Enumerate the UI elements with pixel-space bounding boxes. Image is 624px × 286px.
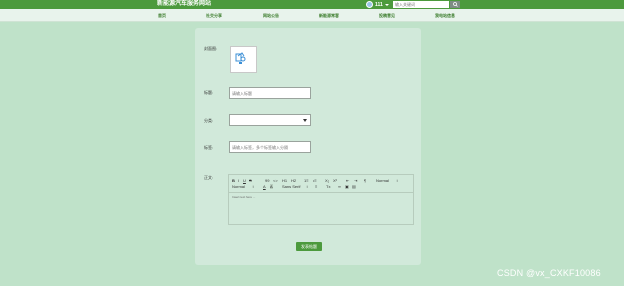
bold-button[interactable]: B bbox=[232, 178, 235, 183]
clean-format-button[interactable]: Tx bbox=[326, 184, 330, 189]
strike-button[interactable]: S bbox=[249, 178, 252, 183]
content-label: 正文: bbox=[204, 175, 214, 180]
text-color-button[interactable]: A bbox=[263, 184, 266, 189]
image-placeholder-icon bbox=[235, 52, 246, 64]
video-icon[interactable]: ▤ bbox=[352, 184, 356, 189]
text-direction-button[interactable]: ¶ bbox=[364, 178, 366, 183]
indent-button[interactable]: ⇥ bbox=[354, 178, 357, 183]
size-select[interactable]: Normal bbox=[376, 178, 389, 183]
chevron-down-icon[interactable]: ↕ bbox=[252, 184, 254, 189]
background-color-button[interactable]: A bbox=[270, 184, 273, 189]
avatar[interactable] bbox=[366, 1, 373, 8]
outdent-button[interactable]: ⇤ bbox=[346, 178, 349, 183]
user-menu[interactable]: 111 bbox=[366, 0, 389, 9]
search-icon bbox=[452, 2, 458, 7]
category-label: 分类: bbox=[204, 118, 214, 123]
quote-button[interactable]: 99 bbox=[265, 178, 269, 183]
superscript-button[interactable]: X² bbox=[333, 178, 337, 183]
nav-item-feedback[interactable]: 投稿意见 bbox=[379, 9, 395, 22]
chevron-down-icon[interactable]: ↕ bbox=[306, 184, 308, 189]
header-select[interactable]: Normal bbox=[232, 184, 245, 189]
rich-text-editor[interactable]: B I U S 99 <> H1 H2 1≡ •≡ X₂ X² ⇤ ⇥ ¶ No… bbox=[228, 174, 414, 225]
ordered-list-button[interactable]: 1≡ bbox=[304, 178, 309, 183]
image-icon[interactable]: ▣ bbox=[345, 184, 349, 189]
search-button[interactable] bbox=[450, 1, 460, 8]
heading-2-button[interactable]: H2 bbox=[291, 178, 296, 183]
search-input[interactable] bbox=[393, 1, 449, 8]
site-title[interactable]: 新能源汽车服务网站 bbox=[157, 0, 211, 9]
subscript-button[interactable]: X₂ bbox=[325, 178, 329, 183]
cover-label: 封面图: bbox=[204, 46, 218, 51]
title-input[interactable] bbox=[229, 87, 311, 99]
cover-upload[interactable] bbox=[230, 46, 257, 73]
nav-item-my-station[interactable]: 我电站信息 bbox=[435, 9, 455, 22]
username[interactable]: 111 bbox=[375, 2, 383, 8]
bullet-list-button[interactable]: •≡ bbox=[313, 178, 317, 183]
editor-toolbar: B I U S 99 <> H1 H2 1≡ •≡ X₂ X² ⇤ ⇥ ¶ No… bbox=[229, 175, 413, 193]
nav-item-ev-regulars[interactable]: 新能源常客 bbox=[319, 9, 339, 22]
nav-item-announcements[interactable]: 网站公告 bbox=[263, 9, 279, 22]
link-icon[interactable]: ∞ bbox=[338, 184, 341, 189]
chevron-down-icon[interactable] bbox=[384, 3, 389, 6]
code-button[interactable]: <> bbox=[273, 178, 278, 183]
top-bar bbox=[0, 0, 624, 9]
underline-button[interactable]: U bbox=[243, 178, 246, 183]
nav-item-home[interactable]: 首页 bbox=[158, 9, 166, 22]
italic-button[interactable]: I bbox=[238, 178, 239, 183]
tags-input[interactable] bbox=[229, 141, 311, 153]
editor-placeholder: Insert text here ... bbox=[232, 195, 256, 199]
chevron-down-icon[interactable]: ↕ bbox=[396, 178, 398, 183]
watermark: CSDN @vx_CXKF10086 bbox=[497, 268, 601, 278]
submit-post-button[interactable]: 发表帖题 bbox=[296, 242, 322, 251]
main-nav: 首页 社交分享 网站公告 新能源常客 投稿意见 我电站信息 bbox=[0, 9, 624, 22]
category-select[interactable] bbox=[229, 114, 311, 126]
chevron-down-icon bbox=[303, 119, 307, 122]
nav-item-social-share[interactable]: 社交分享 bbox=[206, 9, 222, 22]
align-left-icon[interactable]: ≡ bbox=[315, 184, 317, 189]
font-select[interactable]: Sans Serif bbox=[282, 184, 300, 189]
heading-1-button[interactable]: H1 bbox=[282, 178, 287, 183]
tags-label: 标签: bbox=[204, 145, 214, 150]
title-label: 标题: bbox=[204, 90, 214, 95]
